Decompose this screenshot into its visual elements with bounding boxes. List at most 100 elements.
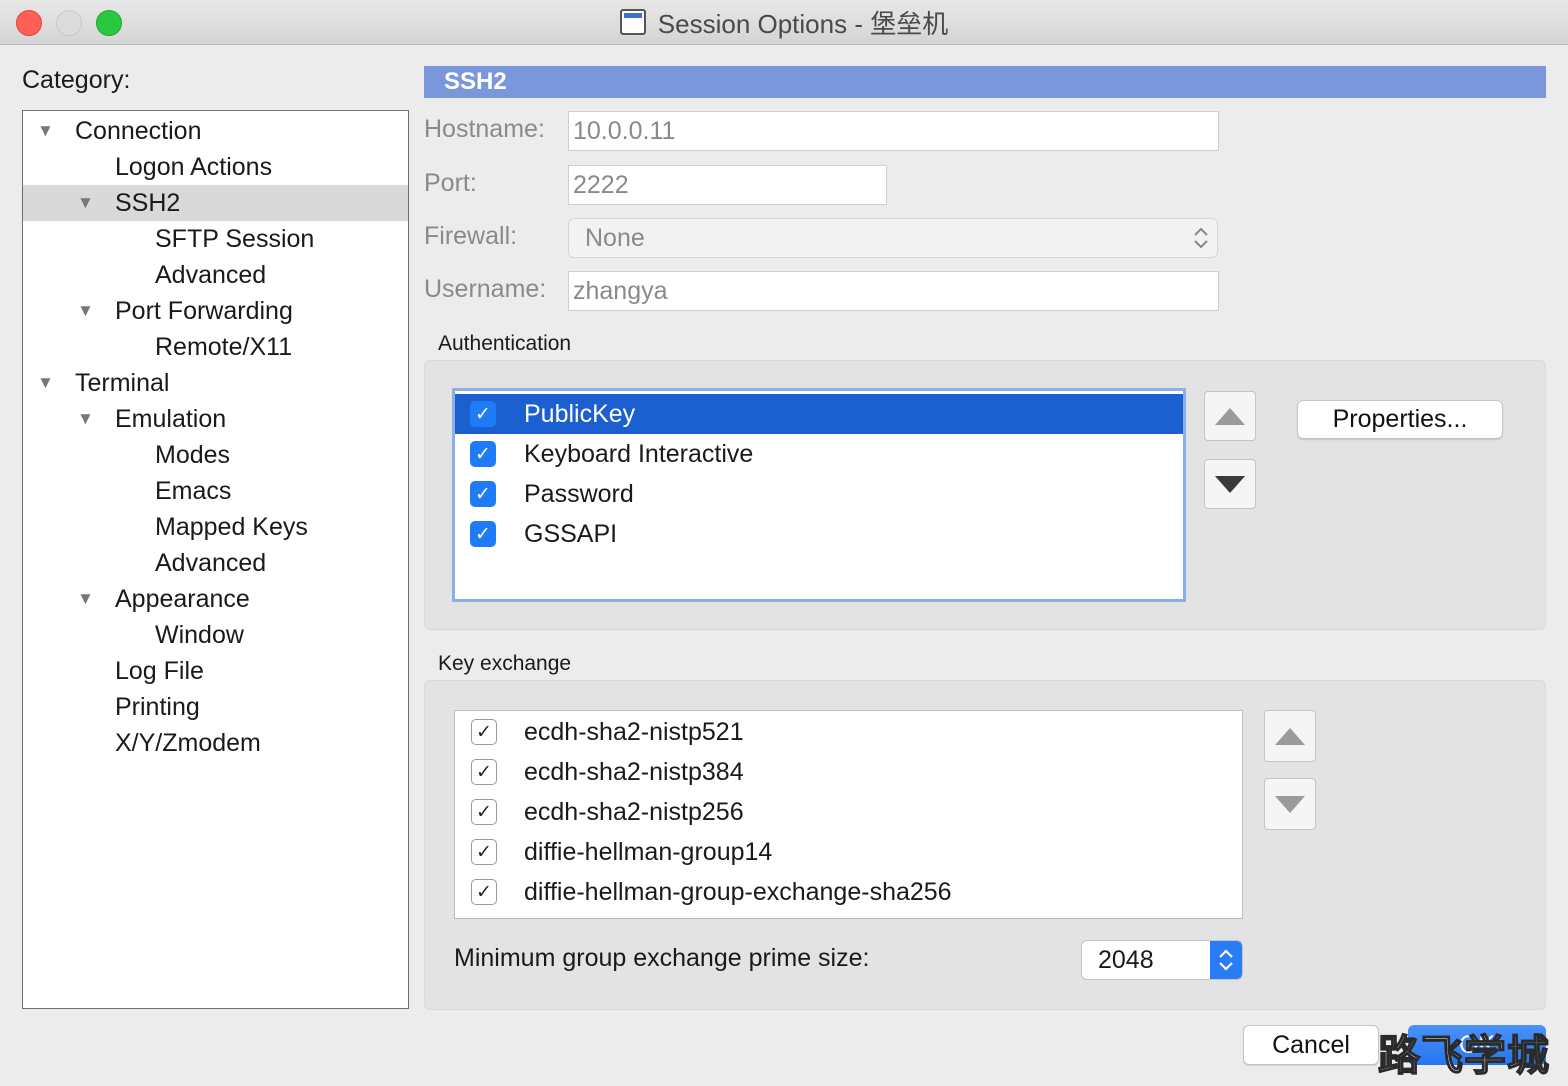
tree-item[interactable]: ▼ Emulation bbox=[23, 401, 408, 437]
checkbox[interactable]: ✓ bbox=[471, 719, 497, 745]
tree-item-label: Remote/X11 bbox=[155, 333, 293, 361]
list-item-label: Keyboard Interactive bbox=[524, 440, 754, 468]
port-field[interactable]: 2222 bbox=[568, 165, 887, 205]
title-bar: Session Options - 堡垒机 bbox=[0, 0, 1568, 45]
list-item[interactable]: ✓ ecdh-sha2-nistp384 bbox=[455, 752, 1242, 792]
list-item[interactable]: ✓ Keyboard Interactive bbox=[455, 434, 1183, 474]
tree-item-label: SFTP Session bbox=[155, 225, 315, 253]
tree-item-label: Connection bbox=[75, 117, 202, 145]
disclosure-triangle-icon[interactable]: ▼ bbox=[77, 581, 94, 617]
key-exchange-list[interactable]: ✓ ecdh-sha2-nistp521 ✓ ecdh-sha2-nistp384 ✓ e… bbox=[454, 710, 1243, 919]
tree-item[interactable]: Advanced bbox=[23, 545, 408, 581]
firewall-select[interactable]: None bbox=[568, 218, 1218, 258]
list-item-label: ecdh-sha2-nistp256 bbox=[524, 798, 744, 826]
hostname-field[interactable]: 10.0.0.11 bbox=[568, 111, 1219, 151]
disclosure-triangle-icon[interactable]: ▼ bbox=[77, 401, 94, 437]
kex-move-down-button[interactable] bbox=[1264, 778, 1316, 830]
tree-item[interactable]: Emacs bbox=[23, 473, 408, 509]
list-item[interactable]: ✓ PublicKey bbox=[455, 394, 1183, 434]
cancel-button[interactable]: Cancel bbox=[1243, 1025, 1379, 1065]
disclosure-triangle-icon[interactable]: ▼ bbox=[77, 293, 94, 329]
arrow-up-icon bbox=[1215, 407, 1245, 425]
hostname-label: Hostname: bbox=[424, 115, 545, 143]
username-field[interactable]: zhangya bbox=[568, 271, 1219, 311]
window-title-wrap: Session Options - 堡垒机 bbox=[0, 0, 1568, 44]
authentication-label: Authentication bbox=[438, 332, 572, 355]
auth-move-down-button[interactable] bbox=[1204, 459, 1256, 509]
tree-item[interactable]: X/Y/Zmodem bbox=[23, 725, 408, 761]
tree-item-label: Emacs bbox=[155, 477, 232, 505]
tree-item[interactable]: Logon Actions bbox=[23, 149, 408, 185]
up-down-chevron-icon bbox=[1194, 227, 1208, 249]
tree-item-label: Modes bbox=[155, 441, 231, 469]
checkbox[interactable]: ✓ bbox=[471, 839, 497, 865]
auth-move-up-button[interactable] bbox=[1204, 391, 1256, 441]
tree-item-label: Port Forwarding bbox=[115, 297, 293, 325]
list-item[interactable]: ✓ diffie-hellman-group-exchange-sha256 bbox=[455, 872, 1242, 912]
tree-item-label: X/Y/Zmodem bbox=[115, 729, 261, 757]
key-exchange-label: Key exchange bbox=[438, 652, 572, 675]
tree-item-label: Printing bbox=[115, 693, 200, 721]
tree-item[interactable]: Window bbox=[23, 617, 408, 653]
list-item[interactable]: ✓ ecdh-sha2-nistp256 bbox=[455, 792, 1242, 832]
tree-item[interactable]: ▼ Port Forwarding bbox=[23, 293, 408, 329]
tree-item-label: Window bbox=[155, 621, 244, 649]
window-title: Session Options - 堡垒机 bbox=[657, 8, 949, 39]
prime-size-value: 2048 bbox=[1098, 946, 1154, 974]
category-tree[interactable]: ▼ Connection Logon Actions ▼ SSH2 SFTP Sessio… bbox=[22, 110, 409, 1009]
tree-item[interactable]: ▼ Terminal bbox=[23, 365, 408, 401]
tree-item[interactable]: Log File bbox=[23, 653, 408, 689]
list-item-label: PublicKey bbox=[524, 400, 636, 428]
arrow-up-icon bbox=[1275, 727, 1305, 745]
list-item[interactable]: ✓ diffie-hellman-group14 bbox=[455, 832, 1242, 872]
tree-item[interactable]: Advanced bbox=[23, 257, 408, 293]
checkbox[interactable]: ✓ bbox=[471, 879, 497, 905]
arrow-down-icon bbox=[1275, 795, 1305, 813]
port-label: Port: bbox=[424, 169, 477, 197]
tree-item-label: Emulation bbox=[115, 405, 227, 433]
tree-item-label: Terminal bbox=[75, 369, 170, 397]
checkbox[interactable]: ✓ bbox=[470, 441, 496, 467]
checkbox[interactable]: ✓ bbox=[470, 481, 496, 507]
list-item-label: ecdh-sha2-nistp521 bbox=[524, 718, 744, 746]
list-item-label: diffie-hellman-group-exchange-sha256 bbox=[524, 878, 952, 906]
list-item-label: diffie-hellman-group14 bbox=[524, 838, 773, 866]
tree-item[interactable]: Printing bbox=[23, 689, 408, 725]
tree-item-label: SSH2 bbox=[115, 189, 181, 217]
category-label: Category: bbox=[22, 66, 131, 94]
tree-item[interactable]: Mapped Keys bbox=[23, 509, 408, 545]
terminal-session-icon bbox=[619, 9, 646, 35]
firewall-label: Firewall: bbox=[424, 222, 518, 250]
tree-item[interactable]: Modes bbox=[23, 437, 408, 473]
tree-item[interactable]: ▼ SSH2 bbox=[23, 185, 408, 221]
checkbox[interactable]: ✓ bbox=[471, 759, 497, 785]
watermark-logo: 路飞学城 bbox=[1377, 1031, 1551, 1080]
firewall-value: None bbox=[585, 224, 645, 252]
disclosure-triangle-icon[interactable]: ▼ bbox=[37, 113, 54, 149]
arrow-down-icon bbox=[1215, 475, 1245, 493]
tree-item[interactable]: ▼ Appearance bbox=[23, 581, 408, 617]
prime-size-stepper[interactable] bbox=[1210, 941, 1242, 979]
list-item-label: GSSAPI bbox=[524, 520, 618, 548]
up-down-chevron-icon bbox=[1219, 949, 1233, 971]
list-item[interactable]: ✓ ecdh-sha2-nistp521 bbox=[455, 712, 1242, 752]
authentication-list[interactable]: ✓ PublicKey ✓ Keyboard Interactive ✓ Password… bbox=[452, 388, 1186, 602]
checkbox[interactable]: ✓ bbox=[470, 521, 496, 547]
prime-size-select[interactable]: 2048 bbox=[1081, 940, 1243, 980]
section-header: SSH2 bbox=[424, 66, 1546, 98]
tree-item[interactable]: Remote/X11 bbox=[23, 329, 408, 365]
tree-item-label: Advanced bbox=[155, 261, 267, 289]
checkbox[interactable]: ✓ bbox=[471, 799, 497, 825]
list-item[interactable]: ✓ Password bbox=[455, 474, 1183, 514]
tree-item[interactable]: ▼ Connection bbox=[23, 113, 408, 149]
tree-item-label: Logon Actions bbox=[115, 153, 273, 181]
kex-move-up-button[interactable] bbox=[1264, 710, 1316, 762]
properties-button[interactable]: Properties... bbox=[1297, 400, 1503, 439]
disclosure-triangle-icon[interactable]: ▼ bbox=[37, 365, 54, 401]
list-item[interactable]: ✓ GSSAPI bbox=[455, 514, 1183, 554]
checkbox[interactable]: ✓ bbox=[470, 401, 496, 427]
disclosure-triangle-icon[interactable]: ▼ bbox=[77, 185, 94, 221]
list-item-label: Password bbox=[524, 480, 634, 508]
username-label: Username: bbox=[424, 275, 547, 303]
tree-item[interactable]: SFTP Session bbox=[23, 221, 408, 257]
